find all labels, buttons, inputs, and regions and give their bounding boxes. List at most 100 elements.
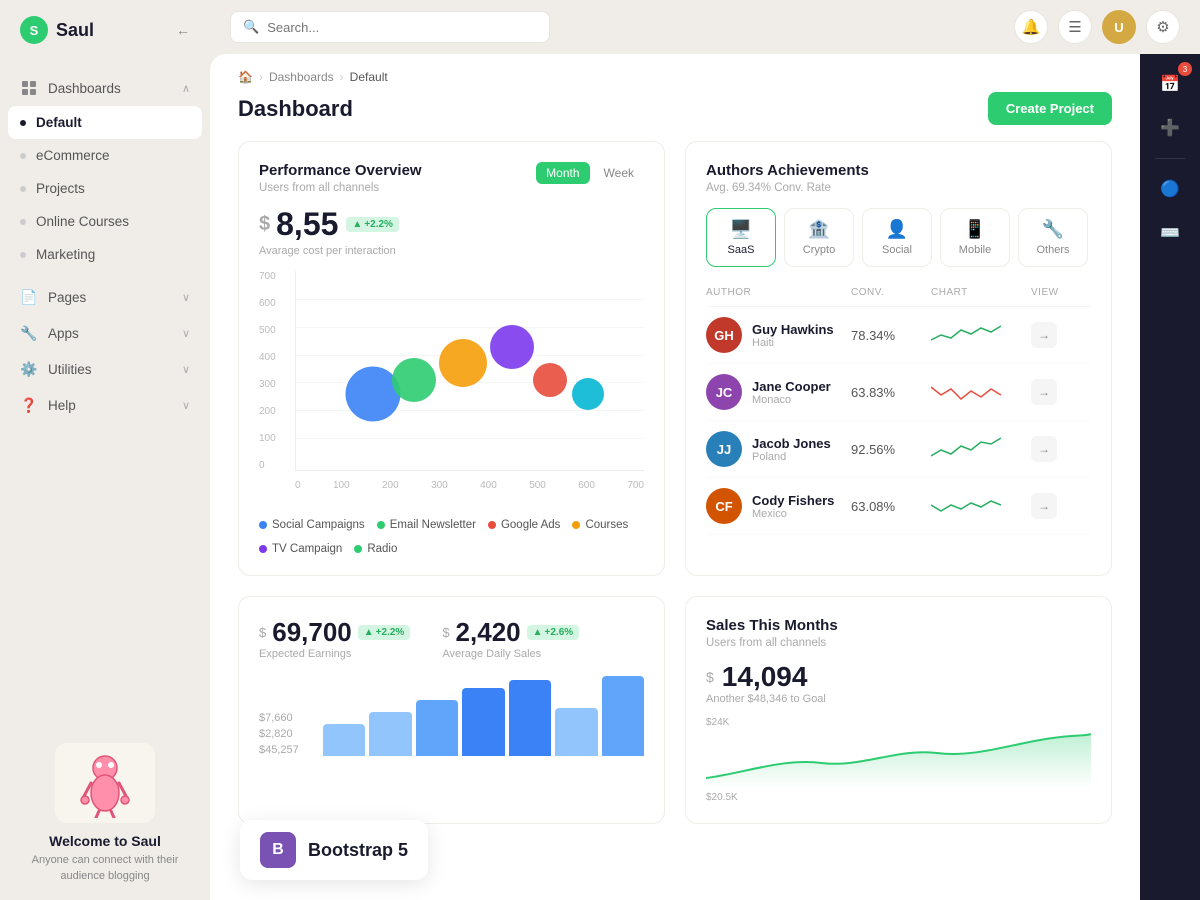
perf-title: Performance Overview bbox=[259, 162, 422, 179]
legend-dot-tv bbox=[259, 545, 267, 553]
crypto-icon: 🏦 bbox=[808, 219, 830, 240]
sidebar-item-online-courses[interactable]: Online Courses bbox=[0, 205, 210, 238]
authors-table: AUTHOR CONV. CHART VIEW GH Guy Hawkins bbox=[706, 283, 1091, 535]
help-chevron: ∨ bbox=[182, 399, 190, 412]
earnings-side-layout: $7,660 $2,820 $45,257 bbox=[259, 676, 644, 756]
code-button[interactable]: ⌨️ bbox=[1152, 215, 1188, 251]
earnings-card: $ 69,700 ▲ +2.2% Expected Earnings bbox=[238, 596, 665, 824]
page-title: Dashboard bbox=[238, 96, 353, 122]
sidebar-item-projects[interactable]: Projects bbox=[0, 172, 210, 205]
authors-title: Authors Achievements bbox=[706, 162, 1091, 179]
saas-label: SaaS bbox=[728, 244, 755, 256]
view-btn-4[interactable]: → bbox=[1031, 493, 1057, 519]
marketing-label: Marketing bbox=[36, 247, 95, 262]
view-btn-1[interactable]: → bbox=[1031, 322, 1057, 348]
bar-chart bbox=[323, 676, 644, 756]
authors-subtitle: Avg. 69.34% Conv. Rate bbox=[706, 182, 1091, 194]
sidebar-item-utilities[interactable]: ⚙️ Utilities ∨ bbox=[0, 351, 210, 387]
sidebar-item-ecommerce[interactable]: eCommerce bbox=[0, 139, 210, 172]
notification-button[interactable]: 🔔 bbox=[1014, 10, 1048, 44]
circle-button[interactable]: 🔵 bbox=[1152, 171, 1188, 207]
cat-tab-mobile[interactable]: 📱 Mobile bbox=[940, 208, 1010, 267]
earnings-label-3: $45,257 bbox=[259, 744, 319, 756]
bar-6 bbox=[555, 708, 597, 756]
col-conv: CONV. bbox=[851, 287, 931, 298]
dot-projects bbox=[20, 186, 26, 192]
bubble-courses bbox=[490, 325, 534, 369]
search-input[interactable] bbox=[267, 20, 537, 35]
dot-ecommerce bbox=[20, 153, 26, 159]
apps-label: Apps bbox=[48, 326, 79, 341]
breadcrumb-dashboards[interactable]: Dashboards bbox=[269, 70, 334, 84]
online-courses-label: Online Courses bbox=[36, 214, 129, 229]
legend-social: Social Campaigns bbox=[259, 519, 365, 531]
bootstrap-badge: B Bootstrap 5 bbox=[240, 820, 428, 880]
sidebar-item-pages[interactable]: 📄 Pages ∨ bbox=[0, 279, 210, 315]
topbar: 🔍 🔔 ☰ U ⚙ bbox=[210, 0, 1200, 54]
y-axis: 700 600 500 400 300 200 100 0 bbox=[259, 271, 276, 471]
perf-header: Performance Overview Users from all chan… bbox=[259, 162, 644, 194]
help-icon: ❓ bbox=[20, 396, 38, 414]
earnings-label-1: $7,660 bbox=[259, 712, 319, 724]
utilities-label: Utilities bbox=[48, 362, 92, 377]
settings-button[interactable]: ⚙ bbox=[1146, 10, 1180, 44]
bar-1 bbox=[323, 724, 365, 756]
sales-chart bbox=[706, 728, 1091, 788]
sidebar-item-help[interactable]: ❓ Help ∨ bbox=[0, 387, 210, 423]
breadcrumb-home-icon[interactable]: 🏠 bbox=[238, 70, 253, 84]
others-label: Others bbox=[1036, 244, 1069, 256]
author-details-1: Guy Hawkins Haiti bbox=[752, 322, 834, 349]
cat-tab-others[interactable]: 🔧 Others bbox=[1018, 208, 1088, 267]
sales-value: 14,094 bbox=[722, 661, 808, 693]
projects-label: Projects bbox=[36, 181, 85, 196]
add-button[interactable]: ➕ bbox=[1152, 110, 1188, 146]
tab-week[interactable]: Week bbox=[594, 162, 644, 184]
earnings-label-2: $2,820 bbox=[259, 728, 319, 740]
sales-title: Sales This Months bbox=[706, 617, 1091, 634]
metric-badge: ▲ +2.2% bbox=[346, 217, 399, 232]
cat-tab-social[interactable]: 👤 Social bbox=[862, 208, 932, 267]
cat-tab-crypto[interactable]: 🏦 Crypto bbox=[784, 208, 854, 267]
view-btn-3[interactable]: → bbox=[1031, 436, 1057, 462]
performance-card: Performance Overview Users from all chan… bbox=[238, 141, 665, 576]
social-label: Social bbox=[882, 244, 912, 256]
chart-legend: Social Campaigns Email Newsletter Google… bbox=[259, 519, 644, 555]
user-avatar[interactable]: U bbox=[1102, 10, 1136, 44]
author-loc-1: Haiti bbox=[752, 337, 834, 349]
view-btn-2[interactable]: → bbox=[1031, 379, 1057, 405]
menu-button[interactable]: ☰ bbox=[1058, 10, 1092, 44]
sidebar-item-dashboards[interactable]: Dashboards ∧ bbox=[0, 70, 210, 106]
back-arrow-icon[interactable]: ← bbox=[176, 22, 190, 38]
author-info-4: CF Cody Fishers Mexico bbox=[706, 488, 851, 524]
category-tabs: 🖥️ SaaS 🏦 Crypto 👤 Social 📱 bbox=[706, 208, 1091, 267]
legend-courses: Courses bbox=[572, 519, 628, 531]
metric-value-group: $ 8,55 ▲ +2.2% bbox=[259, 206, 644, 243]
avatar-2: JC bbox=[706, 374, 742, 410]
period-tabs: Month Week bbox=[536, 162, 644, 184]
create-project-button[interactable]: Create Project bbox=[988, 92, 1112, 125]
cat-tab-saas[interactable]: 🖥️ SaaS bbox=[706, 208, 776, 267]
dashboards-icon bbox=[20, 79, 38, 97]
calendar-btn-wrapper: 📅 3 bbox=[1152, 66, 1188, 102]
sidebar-item-default[interactable]: Default bbox=[8, 106, 202, 139]
dot-marketing bbox=[20, 252, 26, 258]
mini-chart-4 bbox=[931, 491, 1001, 521]
welcome-illustration bbox=[55, 743, 155, 823]
bubble-chart-container: 700 600 500 400 300 200 100 0 0 100 bbox=[259, 271, 644, 491]
help-label: Help bbox=[48, 398, 76, 413]
apps-chevron: ∨ bbox=[182, 327, 190, 340]
welcome-subtitle: Anyone can connect with their audience b… bbox=[16, 853, 194, 884]
bubble-tv bbox=[533, 363, 567, 397]
sidebar-item-marketing[interactable]: Marketing bbox=[0, 238, 210, 271]
table-header: AUTHOR CONV. CHART VIEW bbox=[706, 283, 1091, 307]
breadcrumb: 🏠 › Dashboards › Default bbox=[210, 54, 1140, 84]
tab-month[interactable]: Month bbox=[536, 162, 589, 184]
legend-dot-google bbox=[488, 521, 496, 529]
legend-dot-radio bbox=[354, 545, 362, 553]
content-wrapper: 🏠 › Dashboards › Default Dashboard Creat… bbox=[210, 54, 1200, 900]
sidebar-item-apps[interactable]: 🔧 Apps ∨ bbox=[0, 315, 210, 351]
bubble-email bbox=[392, 358, 436, 402]
pages-icon: 📄 bbox=[20, 288, 38, 306]
author-name-3: Jacob Jones bbox=[752, 436, 831, 451]
avatar-3: JJ bbox=[706, 431, 742, 467]
